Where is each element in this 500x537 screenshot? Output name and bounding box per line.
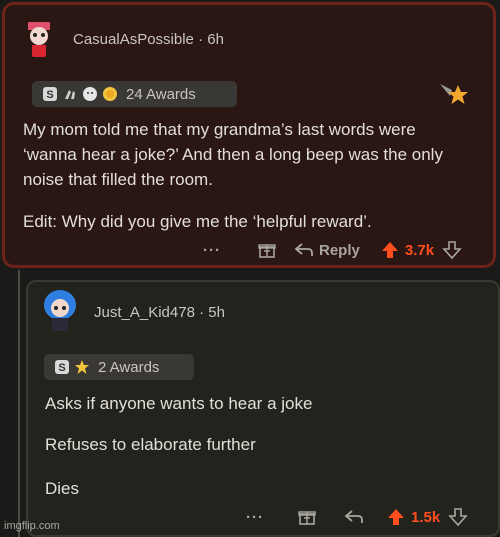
more-options-button[interactable]: ··· [203,242,221,259]
silver-award-icon: S [43,87,57,101]
wholesome-award-icon [83,87,97,101]
moderator-star-icon [440,84,468,104]
username[interactable]: CasualAsPossible [73,31,194,48]
username-2[interactable]: Just_A_Kid478 [94,304,195,321]
vote-count-2: 1.5k [411,508,441,526]
avatar-icon [28,22,50,57]
comment-time: 6h [207,31,224,48]
avatar-icon [44,290,76,331]
vote-count: 3.7k [404,241,435,259]
silver-award-icon: S [55,360,69,374]
reply-button[interactable]: Reply [319,242,360,259]
comment-line-2: Refuses to elaborate further [45,435,256,454]
separator-dot: · [198,31,204,48]
gift-award-icon[interactable] [298,508,316,526]
comment-author-line: CasualAsPossible · 6h [73,31,224,48]
comment-edit: Edit: Why did you give me the ‘helpful r… [23,212,372,231]
hands-award-icon [65,90,75,99]
comment-actions-2: ··· 1.5k [246,505,468,529]
awards-bar[interactable]: S 24 Awards [32,81,237,107]
user-avatar-2[interactable] [40,287,80,333]
comment-body: My mom told me that my grandma’s last wo… [23,120,443,189]
separator-dot: · [199,304,205,321]
comment-author-line-2: Just_A_Kid478 · 5h [94,304,225,321]
upvote-icon[interactable] [380,240,400,260]
awards-bar-2[interactable]: S 2 Awards [44,354,194,380]
svg-text:S: S [46,89,53,101]
gold-award-icon [103,87,117,101]
comment-line-1: Asks if anyone wants to hear a joke [45,394,313,413]
watermark: imgflip.com [4,520,60,532]
comment-time-2: 5h [208,304,225,321]
more-options-button-2[interactable]: ··· [246,509,264,526]
svg-text:S: S [58,362,65,374]
user-avatar[interactable] [22,18,56,58]
downvote-icon[interactable] [442,240,462,260]
comment-line-3: Dies [45,479,80,498]
awards-count-2: 2 Awards [98,358,160,376]
helpful-award-icon [75,360,89,374]
thread-line[interactable] [18,270,20,537]
awards-count: 24 Awards [126,85,196,103]
gift-award-icon[interactable] [258,241,276,259]
comment-actions: ··· Reply 3.7k [203,238,462,262]
reply-icon[interactable] [344,509,364,525]
downvote-icon[interactable] [448,507,468,527]
upvote-icon[interactable] [386,507,406,527]
reply-icon[interactable] [294,242,314,258]
